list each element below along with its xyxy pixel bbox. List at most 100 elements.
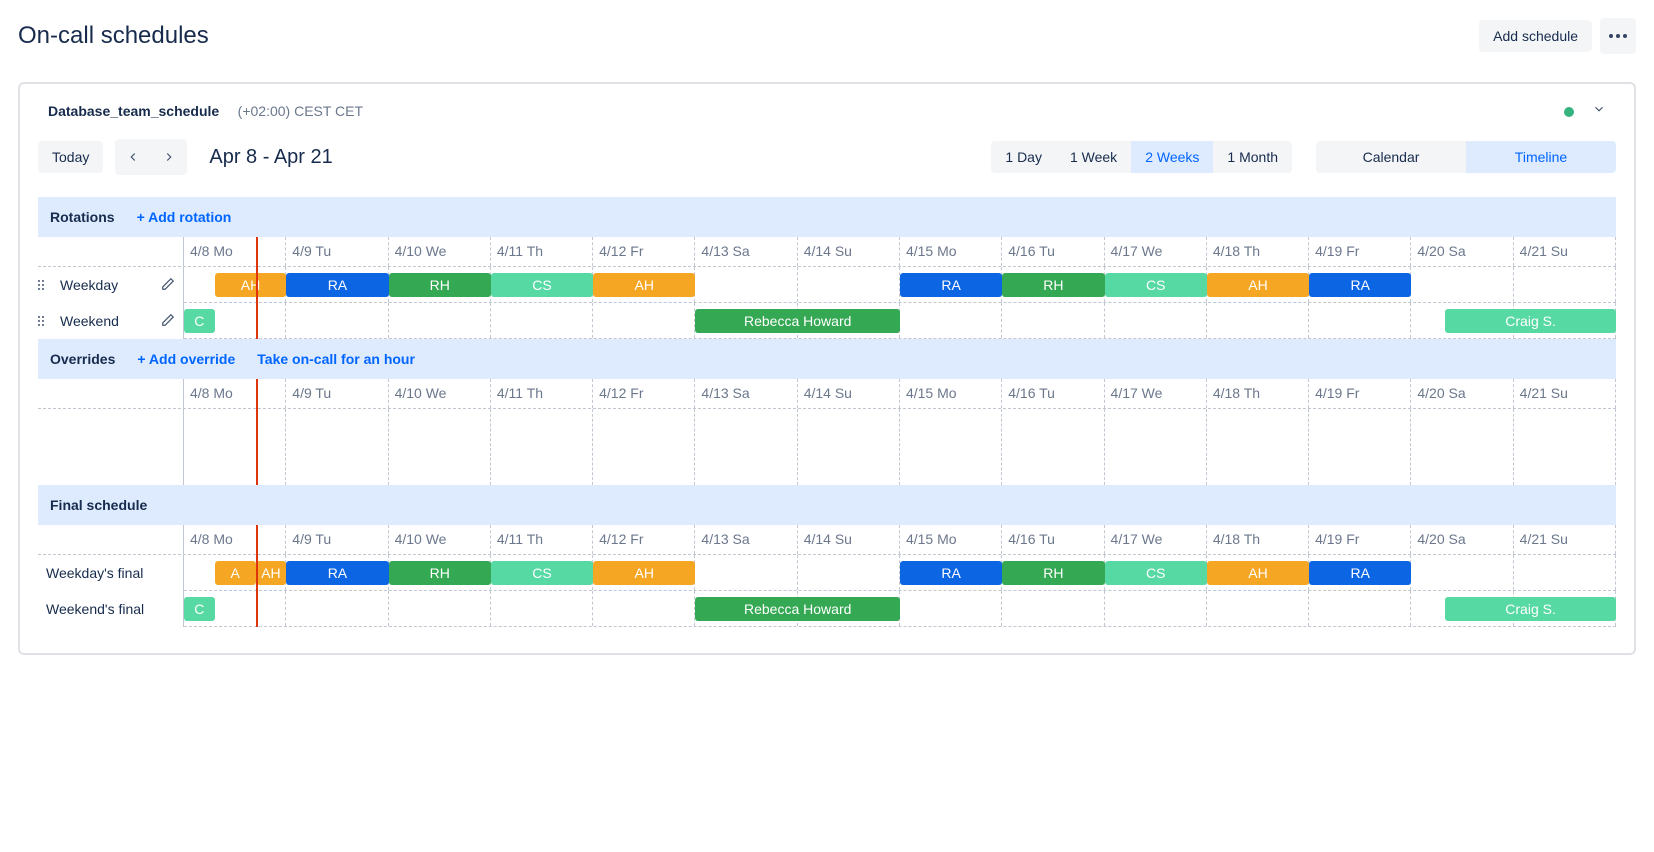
- schedule-bar[interactable]: RH: [1002, 273, 1104, 297]
- edit-icon[interactable]: [161, 313, 175, 330]
- day-header: 4/20 Sa: [1411, 525, 1513, 554]
- take-oncall-button[interactable]: Take on-call for an hour: [257, 351, 415, 367]
- day-header: 4/15 Mo: [900, 525, 1002, 554]
- day-header: 4/21 Su: [1514, 379, 1616, 408]
- day-header: 4/18 Th: [1207, 237, 1309, 266]
- day-header: 4/18 Th: [1207, 525, 1309, 554]
- schedule-bar[interactable]: RH: [1002, 561, 1104, 585]
- schedule-bar[interactable]: AH: [256, 561, 287, 585]
- day-header: 4/10 We: [389, 237, 491, 266]
- day-header: 4/13 Sa: [695, 379, 797, 408]
- schedule-bar[interactable]: RA: [286, 273, 388, 297]
- day-header: 4/19 Fr: [1309, 237, 1411, 266]
- day-header: 4/9 Tu: [286, 525, 388, 554]
- day-header: 4/17 We: [1105, 237, 1207, 266]
- schedule-bar[interactable]: CS: [1105, 561, 1207, 585]
- day-header: 4/10 We: [389, 525, 491, 554]
- day-header: 4/20 Sa: [1411, 379, 1513, 408]
- day-header: 4/9 Tu: [286, 237, 388, 266]
- drag-handle-icon[interactable]: [38, 280, 44, 290]
- add-schedule-button[interactable]: Add schedule: [1479, 20, 1592, 52]
- add-rotation-button[interactable]: + Add rotation: [137, 209, 232, 225]
- chevron-down-icon[interactable]: [1592, 102, 1606, 121]
- schedule-bar[interactable]: CS: [491, 561, 593, 585]
- day-header: 4/20 Sa: [1411, 237, 1513, 266]
- range-option-2-weeks[interactable]: 2 Weeks: [1131, 141, 1213, 173]
- schedule-panel: Database_team_schedule (+02:00) CEST CET…: [18, 82, 1636, 655]
- final-header: Final schedule: [38, 485, 1616, 525]
- schedule-bar[interactable]: RA: [1309, 273, 1411, 297]
- day-header: 4/10 We: [389, 379, 491, 408]
- schedule-bar[interactable]: RH: [389, 561, 491, 585]
- next-button[interactable]: [151, 139, 187, 175]
- day-header: 4/16 Tu: [1002, 379, 1104, 408]
- view-segmented: CalendarTimeline: [1316, 141, 1616, 173]
- day-header: 4/15 Mo: [900, 237, 1002, 266]
- schedule-bar[interactable]: RH: [389, 273, 491, 297]
- day-header: 4/8 Mo: [184, 237, 286, 266]
- schedule-bar[interactable]: AH: [1207, 561, 1309, 585]
- more-menu-button[interactable]: [1600, 18, 1636, 54]
- schedule-bar[interactable]: Rebecca Howard: [695, 309, 900, 333]
- more-icon: [1609, 34, 1627, 38]
- schedule-bar[interactable]: A: [215, 561, 256, 585]
- add-override-button[interactable]: + Add override: [137, 351, 235, 367]
- day-header: 4/12 Fr: [593, 379, 695, 408]
- edit-icon[interactable]: [161, 277, 175, 294]
- day-header: 4/14 Su: [798, 237, 900, 266]
- schedule-bar[interactable]: CS: [1105, 273, 1207, 297]
- row-label: Weekend's final: [38, 601, 175, 617]
- schedule-bar[interactable]: Rebecca Howard: [695, 597, 900, 621]
- day-header: 4/14 Su: [798, 379, 900, 408]
- schedule-name: Database_team_schedule: [48, 103, 219, 119]
- view-option-timeline[interactable]: Timeline: [1466, 141, 1616, 173]
- schedule-bar[interactable]: RA: [900, 561, 1002, 585]
- rotations-title: Rotations: [50, 209, 115, 225]
- day-header: 4/16 Tu: [1002, 525, 1104, 554]
- day-header: 4/13 Sa: [695, 525, 797, 554]
- day-header: 4/12 Fr: [593, 237, 695, 266]
- prev-button[interactable]: [115, 139, 151, 175]
- schedule-bar[interactable]: Craig S.: [1445, 597, 1616, 621]
- range-segmented: 1 Day1 Week2 Weeks1 Month: [991, 141, 1292, 173]
- day-header: 4/19 Fr: [1309, 525, 1411, 554]
- schedule-bar[interactable]: C: [184, 309, 215, 333]
- schedule-bar[interactable]: RA: [1309, 561, 1411, 585]
- schedule-bar[interactable]: CS: [491, 273, 593, 297]
- range-option-1-day[interactable]: 1 Day: [991, 141, 1056, 173]
- day-header: 4/21 Su: [1514, 525, 1616, 554]
- chevron-right-icon: [162, 150, 176, 164]
- row-label: Weekday: [52, 277, 153, 293]
- final-title: Final schedule: [50, 497, 147, 513]
- chevron-left-icon: [126, 150, 140, 164]
- date-range: Apr 8 - Apr 21: [209, 146, 332, 169]
- day-header: 4/11 Th: [491, 379, 593, 408]
- schedule-timezone: (+02:00) CEST CET: [238, 103, 363, 119]
- schedule-bar[interactable]: RA: [286, 561, 388, 585]
- day-header: 4/21 Su: [1514, 237, 1616, 266]
- drag-handle-icon[interactable]: [38, 316, 44, 326]
- day-header: 4/11 Th: [491, 525, 593, 554]
- schedule-bar[interactable]: RA: [900, 273, 1002, 297]
- schedule-bar[interactable]: AH: [593, 561, 695, 585]
- row-label: Weekend: [52, 313, 153, 329]
- schedule-bar[interactable]: AH: [215, 273, 287, 297]
- range-option-1-month[interactable]: 1 Month: [1213, 141, 1292, 173]
- range-option-1-week[interactable]: 1 Week: [1056, 141, 1131, 173]
- schedule-bar[interactable]: AH: [1207, 273, 1309, 297]
- day-header: 4/19 Fr: [1309, 379, 1411, 408]
- day-header: 4/11 Th: [491, 237, 593, 266]
- day-header: 4/16 Tu: [1002, 237, 1104, 266]
- schedule-bar[interactable]: C: [184, 597, 215, 621]
- status-indicator: [1564, 107, 1574, 117]
- day-header: 4/17 We: [1105, 525, 1207, 554]
- rotations-header: Rotations + Add rotation: [38, 197, 1616, 237]
- today-button[interactable]: Today: [38, 141, 103, 173]
- day-header: 4/15 Mo: [900, 379, 1002, 408]
- schedule-bar[interactable]: Craig S.: [1445, 309, 1616, 333]
- day-header: 4/9 Tu: [286, 379, 388, 408]
- page-title: On-call schedules: [18, 22, 209, 50]
- view-option-calendar[interactable]: Calendar: [1316, 141, 1466, 173]
- schedule-bar[interactable]: AH: [593, 273, 695, 297]
- day-header: 4/18 Th: [1207, 379, 1309, 408]
